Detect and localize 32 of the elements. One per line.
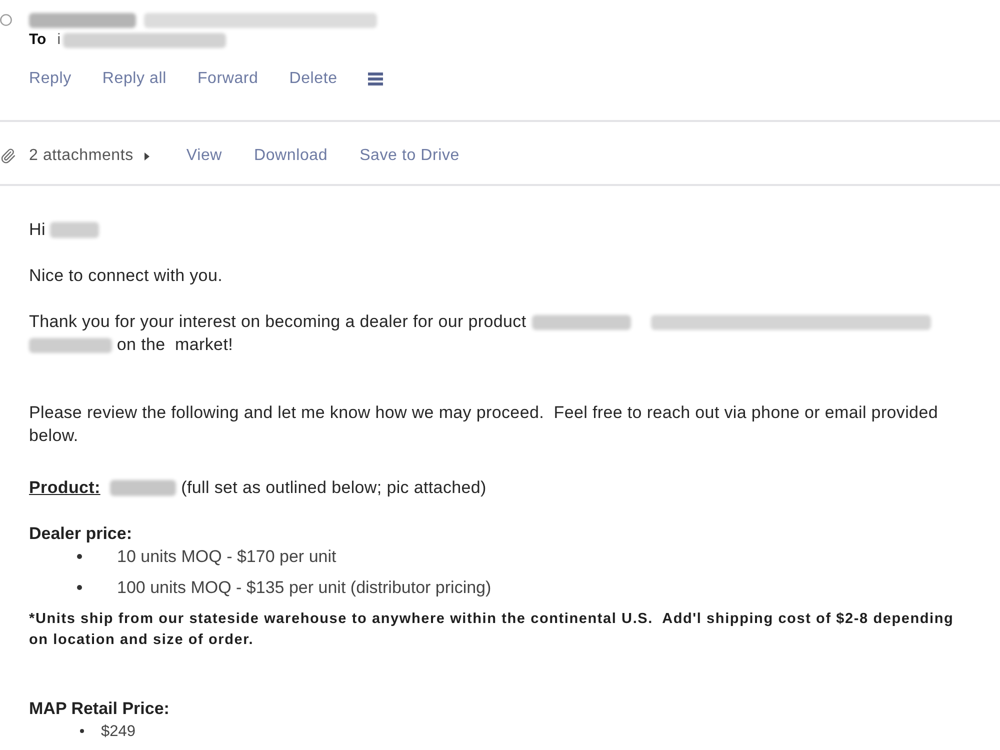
- attachments-toggle[interactable]: 2 attachments: [29, 146, 134, 166]
- section-heading: Dealer price:: [29, 522, 132, 544]
- body-text: Hi: [29, 220, 46, 238]
- action-link[interactable]: Reply all: [102, 69, 166, 89]
- body-text: Please review the following and let me know how we may proceed. Feel free to reach out via phone or email provided below.: [29, 402, 939, 446]
- attachment-action-link[interactable]: Download: [254, 146, 328, 166]
- body-text: (full set as outlined below; pic attached): [181, 478, 486, 496]
- attachment-action-link[interactable]: Save to Drive: [360, 146, 460, 166]
- menu-icon[interactable]: [368, 72, 384, 86]
- recipient-text: i: [57, 32, 61, 48]
- body-text: Thank you for your interest on becoming a dealer for our product: [29, 312, 526, 330]
- redaction-blur: [50, 222, 100, 238]
- action-link[interactable]: Forward: [197, 69, 258, 89]
- bullet-icon: [77, 554, 82, 558]
- paperclip-icon: [0, 147, 16, 165]
- action-link[interactable]: Delete: [289, 69, 338, 89]
- product-label: Product:: [29, 478, 100, 496]
- body-text: Nice to connect with you.: [29, 264, 222, 286]
- footnote-text: *Units ship from our stateside warehouse to anywhere within the continental U.S. Add'l shipping cost of $2-8 depending on location and size of order.: [29, 610, 955, 650]
- redaction-blur: [110, 480, 176, 496]
- body-text: on the market!: [116, 334, 233, 354]
- bullet-icon: [77, 584, 82, 590]
- list-item-text: 10 units MOQ - $170 per unit: [117, 546, 336, 568]
- list-item-text: $249: [101, 722, 136, 742]
- list-item-text: 100 units MOQ - $135 per unit (distributor pricing): [117, 576, 492, 598]
- attachment-action-link[interactable]: View: [186, 146, 222, 166]
- section-heading: MAP Retail Price:: [29, 698, 170, 720]
- caret-icon[interactable]: [144, 152, 150, 160]
- to-label: To: [29, 32, 46, 48]
- bullet-icon: [80, 729, 84, 733]
- action-link[interactable]: Reply: [29, 69, 72, 89]
- circle-icon[interactable]: [0, 14, 12, 26]
